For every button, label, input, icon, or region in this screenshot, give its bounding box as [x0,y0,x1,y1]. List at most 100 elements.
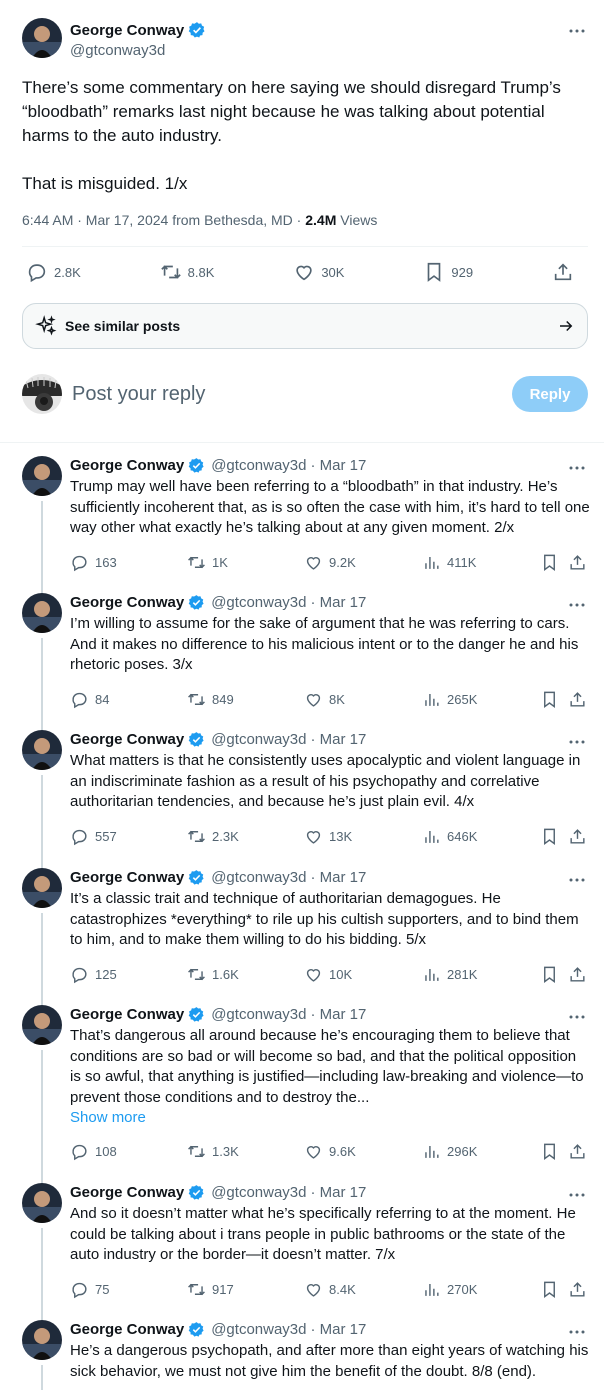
views-action[interactable]: 646K [422,827,477,846]
author-handle[interactable]: @gtconway3d [211,457,306,474]
views-action[interactable]: 411K [422,553,476,572]
retweet-action[interactable]: 2.3K [187,827,239,846]
reply-date[interactable]: · Mar 17 [310,869,366,886]
retweet-action[interactable]: 1.6K [187,965,239,984]
author-name[interactable]: George Conway [70,1006,184,1023]
reply-action[interactable]: 108 [70,1142,117,1161]
author-avatar[interactable] [22,456,62,496]
author-name[interactable]: George Conway [70,1184,184,1201]
author-handle[interactable]: @gtconway3d [211,1321,306,1338]
reply-action[interactable]: 84 [70,690,109,709]
views-action[interactable]: 296K [422,1142,477,1161]
author-name[interactable]: George Conway [70,22,184,39]
like-action[interactable]: 13K [304,827,352,846]
author-avatar[interactable] [22,1320,62,1360]
reply-tweet[interactable]: George Conway @gtconway3d · Mar 17 He’s … [0,1307,604,1390]
reply-date[interactable]: · Mar 17 [310,457,366,474]
bookmark-action[interactable] [540,690,559,709]
like-action[interactable]: 8K [304,690,345,709]
like-action[interactable]: 8.4K [304,1280,356,1299]
reply-tweet[interactable]: George Conway @gtconway3d · Mar 17 And s… [0,1170,604,1320]
see-similar-posts-button[interactable]: See similar posts [22,303,588,349]
show-more-link[interactable]: Show more [70,1108,590,1129]
retweet-action[interactable]: 917 [187,1280,234,1299]
author-avatar[interactable] [22,593,62,633]
more-options-icon[interactable] [568,733,586,751]
reply-tweet[interactable]: George Conway @gtconway3d · Mar 17 I’m w… [0,580,604,730]
author-name[interactable]: George Conway [70,869,184,886]
like-action[interactable]: 9.2K [304,553,356,572]
reply-input[interactable]: Post your reply [72,383,512,406]
reply-action[interactable]: 557 [70,827,117,846]
reply-tweet[interactable]: George Conway @gtconway3d · Mar 17 It’s … [0,855,604,1005]
author-avatar[interactable] [22,868,62,908]
author-handle[interactable]: @gtconway3d [211,731,306,748]
views-label: Views [336,212,378,228]
reply-date[interactable]: · Mar 17 [310,1184,366,1201]
author-name[interactable]: George Conway [70,594,184,611]
reply-action[interactable]: 125 [70,965,117,984]
tweet-timestamp[interactable]: 6:44 AM · Mar 17, 2024 from Bethesda, MD… [22,212,305,228]
reply-tweet[interactable]: George Conway @gtconway3d · Mar 17 Trump… [0,443,604,593]
bookmark-action[interactable] [540,1142,559,1161]
tweet-paragraph: There’s some commentary on here saying w… [22,78,561,145]
author-name[interactable]: George Conway [70,1321,184,1338]
retweet-action[interactable]: 1.3K [187,1142,239,1161]
share-action[interactable] [568,827,587,846]
reply-date[interactable]: · Mar 17 [310,594,366,611]
author-handle[interactable]: @gtconway3d [211,594,306,611]
more-options-icon[interactable] [568,596,586,614]
reply-tweet[interactable]: George Conway @gtconway3d · Mar 17 That’… [0,992,604,1183]
more-options-icon[interactable] [568,1323,586,1341]
share-action[interactable] [568,690,587,709]
more-options-icon[interactable] [568,1008,586,1026]
retweet-icon [187,965,206,984]
views-action[interactable]: 265K [422,690,477,709]
author-handle[interactable]: @gtconway3d [211,1184,306,1201]
views-action[interactable]: 270K [422,1280,477,1299]
bookmark-action[interactable] [540,553,559,572]
more-options-icon[interactable] [568,459,586,477]
reply-action[interactable]: 2.8K [26,261,81,283]
author-name[interactable]: George Conway [70,731,184,748]
reply-date[interactable]: · Mar 17 [310,731,366,748]
share-action[interactable] [568,965,587,984]
like-action[interactable]: 9.6K [304,1142,356,1161]
arrow-right-icon [557,317,575,335]
retweet-action[interactable]: 849 [187,690,234,709]
reply-date[interactable]: · Mar 17 [310,1321,366,1338]
reply-tweet[interactable]: George Conway @gtconway3d · Mar 17 What … [0,717,604,868]
like-action[interactable]: 10K [304,965,352,984]
retweet-action[interactable]: 8.8K [160,261,214,283]
more-options-icon[interactable] [568,1186,586,1204]
reply-action[interactable]: 75 [70,1280,109,1299]
bookmark-icon [540,690,559,709]
views-action[interactable]: 281K [422,965,477,984]
author-avatar[interactable] [22,18,62,58]
analytics-icon [422,690,441,709]
share-action[interactable] [552,261,574,283]
share-action[interactable] [568,1142,587,1161]
author-handle[interactable]: @gtconway3d [211,869,306,886]
author-avatar[interactable] [22,730,62,770]
reply-count: 75 [95,1282,110,1297]
reply-date[interactable]: · Mar 17 [310,1006,366,1023]
more-options-icon[interactable] [568,871,586,889]
author-handle[interactable]: @gtconway3d [211,1006,306,1023]
author-name[interactable]: George Conway [70,457,184,474]
share-action[interactable] [568,1280,587,1299]
more-options-icon[interactable] [568,22,586,40]
share-action[interactable] [568,553,587,572]
author-avatar[interactable] [22,1183,62,1223]
bookmark-action[interactable]: 929 [423,261,473,283]
bookmark-icon [540,965,559,984]
author-avatar[interactable] [22,1005,62,1045]
reply-action[interactable]: 163 [70,553,117,572]
bookmark-action[interactable] [540,827,559,846]
user-avatar[interactable] [22,374,62,414]
reply-button[interactable]: Reply [512,376,588,412]
bookmark-action[interactable] [540,965,559,984]
bookmark-action[interactable] [540,1280,559,1299]
retweet-action[interactable]: 1K [187,553,228,572]
like-action[interactable]: 30K [293,261,344,283]
